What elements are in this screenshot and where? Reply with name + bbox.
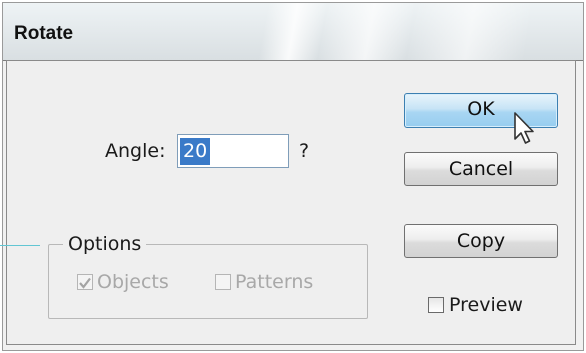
ok-button-label: OK (467, 98, 495, 120)
title-bar[interactable]: Rotate (3, 3, 583, 61)
options-legend: Options (63, 233, 147, 255)
angle-input[interactable]: 20 (177, 134, 289, 168)
cancel-button[interactable]: Cancel (404, 152, 558, 186)
options-group (48, 244, 368, 319)
objects-label: Objects (97, 271, 169, 293)
mouse-cursor-icon (514, 112, 534, 144)
background-guide-line (0, 245, 40, 246)
copy-button-label: Copy (456, 230, 506, 252)
patterns-label: Patterns (235, 271, 314, 293)
angle-label: Angle: (105, 140, 166, 162)
preview-label: Preview (449, 294, 523, 316)
checkmark-icon (79, 277, 91, 289)
copy-button[interactable]: Copy (404, 224, 558, 258)
patterns-checkbox[interactable] (215, 274, 231, 290)
cancel-button-label: Cancel (448, 158, 514, 180)
angle-value: 20 (180, 138, 211, 165)
objects-checkbox[interactable] (77, 274, 93, 290)
preview-checkbox[interactable] (428, 297, 444, 313)
angle-unit-label: ? (299, 140, 310, 162)
dialog-title: Rotate (14, 23, 74, 44)
